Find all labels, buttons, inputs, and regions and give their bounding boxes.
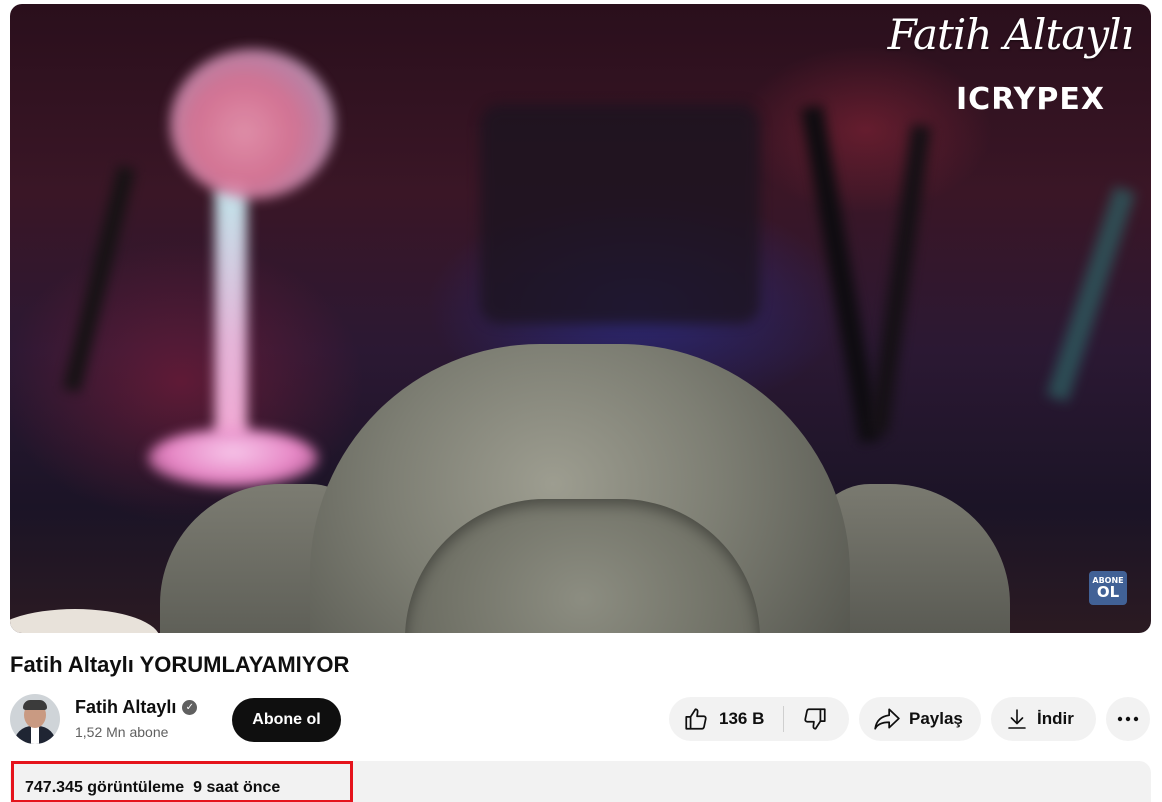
download-label: İndir bbox=[1037, 709, 1074, 728]
like-count: 136 B bbox=[719, 709, 765, 728]
video-player[interactable]: Fatih Altaylı ICRYPEX ABONE OL bbox=[10, 4, 1151, 633]
download-button[interactable]: İndir bbox=[991, 697, 1096, 741]
background-stand-far-right bbox=[1046, 185, 1136, 403]
avatar-hair bbox=[23, 700, 47, 710]
watermark-brand: ICRYPEX bbox=[956, 82, 1105, 117]
badge-line-2: OL bbox=[1096, 582, 1120, 601]
share-arrow-icon bbox=[873, 707, 901, 731]
subscriber-count: 1,52 Mn abone bbox=[75, 724, 169, 740]
background-fan-pole bbox=[215, 184, 247, 444]
like-button[interactable]: 136 B bbox=[669, 697, 783, 741]
like-dislike-group: 136 B bbox=[669, 697, 849, 741]
background-fan-base bbox=[148, 429, 318, 487]
background-fan-head bbox=[170, 49, 335, 199]
subscribe-button[interactable]: Abone ol bbox=[232, 698, 341, 742]
video-title: Fatih Altaylı YORUMLAYAMIYOR bbox=[10, 652, 350, 677]
more-actions-button[interactable] bbox=[1106, 697, 1150, 741]
background-tripod-right-leg bbox=[868, 124, 932, 434]
foreground-plate bbox=[10, 609, 160, 633]
channel-name-row[interactable]: Fatih Altaylı ✓ bbox=[75, 697, 198, 718]
background-table bbox=[480, 104, 760, 324]
verified-check-icon: ✓ bbox=[182, 700, 198, 715]
thumbs-down-icon bbox=[802, 706, 828, 732]
background-tripod-right bbox=[800, 104, 882, 444]
share-button[interactable]: Paylaş bbox=[859, 697, 981, 741]
watermark-signature: Fatih Altaylı bbox=[887, 10, 1134, 59]
dislike-button[interactable] bbox=[784, 697, 846, 741]
subscribe-watermark-badge[interactable]: ABONE OL bbox=[1089, 571, 1127, 605]
background-tripod-left bbox=[62, 165, 136, 393]
more-horizontal-icon bbox=[1117, 716, 1139, 722]
download-icon bbox=[1007, 708, 1027, 730]
thumbs-up-icon bbox=[683, 706, 709, 732]
avatar-shirt bbox=[31, 726, 39, 744]
channel-name[interactable]: Fatih Altaylı bbox=[75, 697, 176, 718]
channel-avatar[interactable] bbox=[10, 694, 60, 744]
highlight-box bbox=[11, 761, 353, 802]
share-label: Paylaş bbox=[909, 709, 963, 728]
